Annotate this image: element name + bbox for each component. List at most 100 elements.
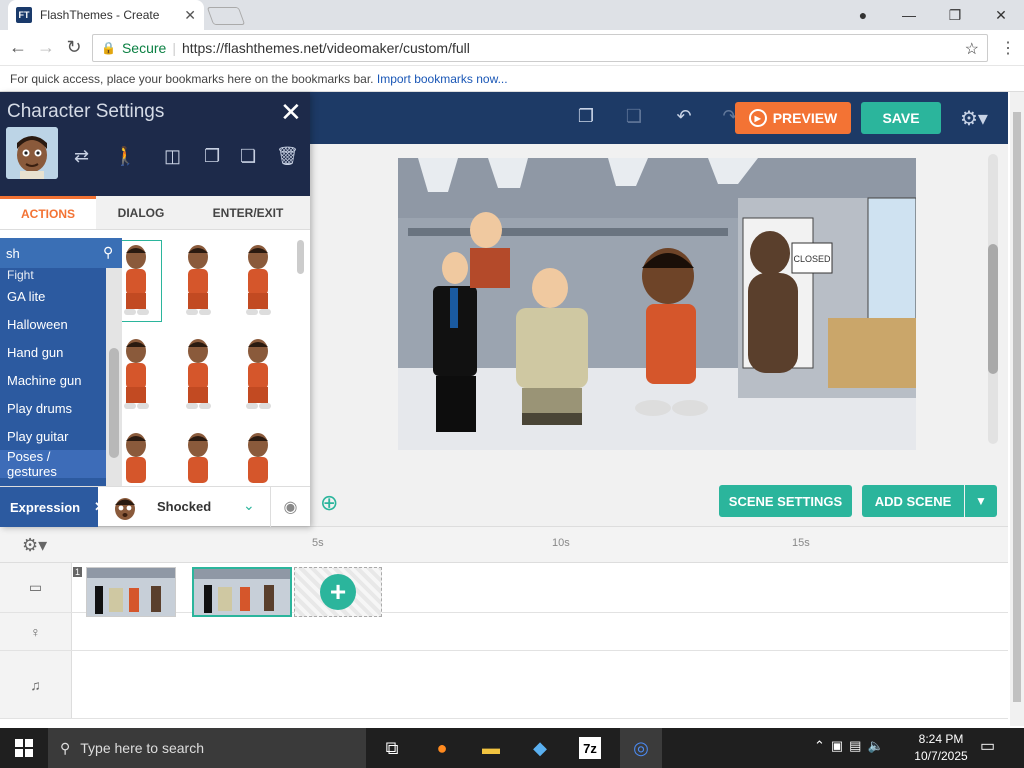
tab-actions[interactable]: ACTIONS bbox=[0, 196, 96, 229]
taskbar-search-placeholder: Type here to search bbox=[80, 740, 205, 756]
flip-icon[interactable]: ◫ bbox=[164, 146, 181, 167]
category-item[interactable]: Play guitar bbox=[0, 422, 106, 450]
scene-number: 1 bbox=[73, 567, 83, 577]
app-icon[interactable]: ◆ bbox=[524, 732, 556, 764]
close-window-button[interactable]: ✕ bbox=[978, 0, 1024, 30]
action-thumbnail[interactable] bbox=[232, 428, 284, 486]
task-view-icon[interactable]: ⧉ bbox=[376, 732, 408, 764]
category-item[interactable]: Poses / gestures bbox=[0, 449, 106, 479]
chevron-down-icon[interactable]: ⌄ bbox=[243, 497, 255, 514]
close-icon[interactable]: ✕ bbox=[280, 97, 302, 128]
system-tray-icons[interactable]: ⌃▣▤🔈 bbox=[814, 738, 890, 754]
action-thumbnail[interactable] bbox=[232, 334, 284, 416]
swap-character-icon[interactable]: ⇄ bbox=[74, 146, 89, 167]
expression-face-icon bbox=[110, 493, 140, 523]
chrome-icon[interactable]: ◎ bbox=[620, 728, 662, 768]
reload-icon[interactable]: ↻ bbox=[60, 37, 88, 58]
page-scrollbar[interactable] bbox=[1010, 92, 1024, 726]
eye-icon[interactable]: ◉ bbox=[270, 487, 310, 527]
browser-tab-bar: FT FlashThemes - Create ✕ ● — ❐ ✕ bbox=[0, 0, 1024, 30]
category-item[interactable]: GA lite bbox=[0, 282, 106, 310]
plus-icon[interactable]: + bbox=[320, 574, 356, 610]
category-item[interactable]: Play drums bbox=[0, 394, 106, 422]
restore-button[interactable]: ❐ bbox=[932, 0, 978, 30]
url-omnibox[interactable]: 🔒 Secure | https://flashthemes.net/video… bbox=[92, 34, 988, 62]
stage-scrollbar[interactable] bbox=[988, 154, 998, 444]
minimize-button[interactable]: — bbox=[886, 0, 932, 30]
forward-icon[interactable]: → bbox=[32, 37, 60, 58]
bookmark-star-icon[interactable]: ☆ bbox=[965, 39, 979, 59]
category-scrollbar[interactable] bbox=[106, 268, 122, 486]
save-button[interactable]: SAVE bbox=[861, 102, 941, 134]
category-item[interactable]: Machine gun bbox=[0, 366, 106, 394]
category-scroll-thumb[interactable] bbox=[109, 348, 119, 458]
7zip-icon[interactable]: 7z bbox=[579, 737, 601, 759]
stage-scroll-thumb[interactable] bbox=[988, 244, 998, 374]
file-explorer-icon[interactable]: ▬ bbox=[475, 732, 507, 764]
expression-tag[interactable]: Expression ✕ bbox=[0, 487, 105, 527]
notifications-icon[interactable]: ▭ bbox=[980, 736, 995, 756]
action-thumbnail[interactable] bbox=[122, 334, 162, 416]
tick-label: 5s bbox=[312, 537, 324, 549]
tab-dialog[interactable]: DIALOG bbox=[96, 196, 186, 229]
zoom-in-icon[interactable]: ⊕ bbox=[320, 490, 338, 516]
timeline: ⚙▾ 5s 10s 15s ▭ ♀ ♫ 1 2 + bbox=[0, 526, 1008, 726]
copy-character-icon[interactable]: ❐ bbox=[204, 146, 220, 167]
search-icon[interactable]: ⚲ bbox=[103, 244, 113, 261]
paste-icon[interactable]: ❏ bbox=[622, 106, 646, 130]
scene-settings-button[interactable]: SCENE SETTINGS bbox=[719, 485, 852, 517]
import-bookmarks-link[interactable]: Import bookmarks now... bbox=[377, 72, 508, 86]
chevron-down-icon[interactable]: ▼ bbox=[965, 485, 997, 517]
microphone-icon: ♀ bbox=[0, 613, 72, 650]
taskbar-clock[interactable]: 8:24 PM 10/7/2025 bbox=[910, 731, 972, 765]
category-item[interactable]: Hand gun bbox=[0, 338, 106, 366]
back-icon[interactable]: ← bbox=[4, 37, 32, 58]
camera-icon: ▭ bbox=[0, 563, 72, 612]
add-scene-button[interactable]: ADD SCENE bbox=[862, 485, 964, 517]
browser-menu-icon[interactable]: ⋮ bbox=[1000, 38, 1016, 58]
expression-label: Expression bbox=[10, 499, 81, 515]
preview-button[interactable]: ▶ PREVIEW bbox=[735, 102, 851, 134]
copy-icon[interactable]: ❐ bbox=[574, 106, 598, 130]
new-tab-button[interactable] bbox=[206, 7, 246, 25]
add-scene-slot[interactable]: + bbox=[294, 567, 382, 617]
browser-tab[interactable]: FT FlashThemes - Create ✕ bbox=[8, 0, 204, 30]
paste-character-icon[interactable]: ❏ bbox=[240, 146, 256, 167]
expression-select[interactable]: Shocked bbox=[157, 499, 211, 514]
url-text: https://flashthemes.net/videomaker/custo… bbox=[181, 40, 470, 56]
character-settings-panel: Character Settings ✕ ⇄ 🚶 ◫ ❐ ❏ 🗑 ACTIONS… bbox=[0, 92, 310, 527]
firefox-icon[interactable]: ● bbox=[426, 732, 458, 764]
tab-enter-exit[interactable]: ENTER/EXIT bbox=[186, 196, 310, 229]
page-scroll-thumb[interactable] bbox=[1013, 112, 1021, 702]
category-item[interactable]: Fight bbox=[0, 268, 106, 282]
scene-thumbnail-1[interactable] bbox=[86, 567, 176, 617]
remove-expression-icon[interactable]: ✕ bbox=[94, 499, 105, 515]
profile-icon[interactable]: ● bbox=[840, 0, 886, 30]
category-item[interactable]: Halloween bbox=[0, 310, 106, 338]
music-track: ♫ bbox=[0, 651, 1008, 719]
undo-icon[interactable]: ↶ bbox=[672, 106, 696, 130]
action-thumbnail[interactable] bbox=[172, 334, 224, 416]
delete-trash-icon[interactable]: 🗑 bbox=[276, 146, 299, 167]
clock-date: 10/7/2025 bbox=[914, 749, 968, 763]
clock-time: 8:24 PM bbox=[918, 732, 964, 746]
settings-gear-icon[interactable]: ⚙▾ bbox=[960, 106, 988, 131]
windows-start-icon[interactable] bbox=[0, 728, 48, 768]
timeline-gear-icon[interactable]: ⚙▾ bbox=[22, 535, 47, 556]
character-tabs: ACTIONS DIALOG ENTER/EXIT bbox=[0, 196, 310, 230]
character-avatar bbox=[6, 127, 58, 179]
taskbar-search-box[interactable]: ⚲ Type here to search bbox=[48, 728, 366, 768]
action-grid-scrollbar[interactable] bbox=[296, 236, 306, 486]
action-thumbnail[interactable] bbox=[232, 240, 284, 322]
scene-thumbnail-2[interactable] bbox=[192, 567, 292, 617]
action-thumbnail[interactable] bbox=[172, 240, 224, 322]
action-thumbnail[interactable] bbox=[122, 428, 162, 486]
timeline-ruler: ⚙▾ 5s 10s 15s bbox=[0, 527, 1008, 563]
tab-close-icon[interactable]: ✕ bbox=[184, 7, 196, 24]
action-grid-scroll-thumb[interactable] bbox=[297, 240, 304, 274]
walk-motion-icon[interactable]: 🚶 bbox=[114, 146, 136, 167]
flashthemes-favicon-icon: FT bbox=[16, 7, 32, 23]
action-thumbnail[interactable] bbox=[172, 428, 224, 486]
scene-canvas[interactable]: CLOSED bbox=[398, 158, 916, 450]
action-thumbnail[interactable] bbox=[122, 240, 162, 322]
